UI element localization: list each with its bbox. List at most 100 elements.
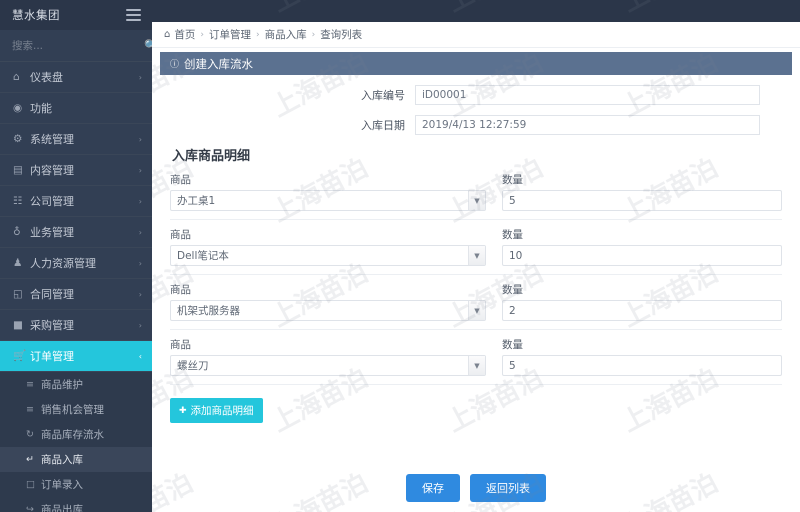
product-select-0[interactable]: 办工桌1: [170, 190, 486, 211]
sidebar-item-label: 内容管理: [30, 164, 74, 177]
brand-title: 慧水集团: [12, 8, 60, 22]
chevron-icon: ‹: [138, 351, 142, 361]
sidebar-item-2[interactable]: ⚙ 系统管理 ›: [0, 124, 152, 155]
list-icon: ≡: [26, 403, 34, 415]
sidebar-menu: ⌂ 仪表盘 › ◉ 功能 ⚙ 系统管理 › ▤ 内容管理 › ☷ 公司管理 › ♁ 业务管理 › ♟ 人力资源管理 ›…: [0, 62, 152, 512]
sidebar-subitem-0[interactable]: ≡ 商品维护: [0, 372, 152, 397]
quantity-label: 数量: [502, 339, 523, 351]
sidebar-item-7[interactable]: ◱ 合同管理 ›: [0, 279, 152, 310]
form-row-inbound-date: 入库日期: [170, 115, 782, 135]
sidebar-subitem-4[interactable]: □ 订单录入: [0, 472, 152, 497]
sidebar-item-8[interactable]: ■ 采购管理 ›: [0, 310, 152, 341]
purchase-icon: ■: [13, 318, 23, 331]
chevron-icon: ›: [138, 258, 142, 268]
company-icon: ☷: [13, 194, 23, 207]
chevron-icon: ›: [138, 134, 142, 144]
inbound-code-label: 入库编号: [361, 89, 405, 102]
sidebar-subitem-2[interactable]: ↻ 商品库存流水: [0, 422, 152, 447]
breadcrumb-item-2[interactable]: 商品入库: [265, 27, 307, 42]
product-select-2[interactable]: 机架式服务器: [170, 300, 486, 321]
sidebar-item-5[interactable]: ♁ 业务管理 ›: [0, 217, 152, 248]
sidebar-item-label: 功能: [30, 102, 52, 115]
product-label: 商品: [170, 229, 191, 241]
product-label: 商品: [170, 339, 191, 351]
create-inbound-panel: ⓘ 创建入库流水 入库编号 入库日期 入库商品明细: [160, 52, 792, 427]
top-bar: [152, 0, 800, 22]
inbound-date-label: 入库日期: [361, 119, 405, 132]
search-input[interactable]: [12, 39, 144, 52]
hamburger-icon[interactable]: [126, 9, 141, 21]
detail-row: 商品 机架式服务器 ▼ 数量: [170, 282, 782, 330]
sidebar-subitem-5[interactable]: ↪ 商品出库: [0, 497, 152, 512]
detail-rows: 商品办工桌1▼数量商品Dell笔记本▼数量商品机架式服务器▼数量商品螺丝刀▼数量: [170, 172, 782, 385]
quantity-input-2[interactable]: [502, 300, 782, 321]
product-select-1[interactable]: Dell笔记本: [170, 245, 486, 266]
main-content: ⌂ 首页 › 订单管理 › 商品入库 › 查询列表 ⓘ 创建入库流水 入库编号 入库日期: [152, 0, 800, 512]
sidebar-subitem-label: 销售机会管理: [41, 404, 104, 416]
hr-icon: ♟: [13, 256, 23, 269]
chevron-icon: ›: [138, 227, 142, 237]
save-button[interactable]: 保存: [406, 474, 460, 502]
chevron-icon: ›: [138, 289, 142, 299]
quantity-input-0[interactable]: [502, 190, 782, 211]
home-icon: ⌂: [164, 29, 171, 40]
breadcrumb-item-0[interactable]: 首页: [174, 27, 195, 42]
quantity-field-group: 数量: [502, 282, 782, 321]
sidebar-subitem-3[interactable]: ↵ 商品入库: [0, 447, 152, 472]
product-label: 商品: [170, 284, 191, 296]
detail-section-title: 入库商品明细: [172, 149, 251, 164]
inbound-code-input[interactable]: [415, 85, 760, 105]
panel-body: 入库编号 入库日期 入库商品明细 商品办工桌1▼数量商品Dell笔记本▼数量商品…: [160, 75, 792, 427]
sidebar-item-label: 仪表盘: [30, 71, 63, 84]
sidebar-submenu: ≡商品维护≡销售机会管理↻商品库存流水↵商品入库□订单录入↪商品出库▭客户管理▤…: [0, 372, 152, 512]
sidebar-subitem-label: 商品维护: [41, 379, 83, 391]
sidebar-subitem-label: 商品入库: [41, 454, 83, 466]
sidebar-item-label: 公司管理: [30, 195, 74, 208]
detail-row: 商品 Dell笔记本 ▼ 数量: [170, 227, 782, 275]
contract-icon: ◱: [13, 287, 23, 300]
breadcrumb-item-3[interactable]: 查询列表: [320, 27, 362, 42]
product-field-group: 商品 机架式服务器 ▼: [170, 282, 486, 321]
detail-row: 商品 螺丝刀 ▼ 数量: [170, 337, 782, 385]
quantity-input-1[interactable]: [502, 245, 782, 266]
product-field-group: 商品 办工桌1 ▼: [170, 172, 486, 211]
refresh-icon: ↻: [26, 428, 34, 440]
quantity-field-group: 数量: [502, 227, 782, 266]
inbound-date-input[interactable]: [415, 115, 760, 135]
dashboard-icon: ⌂: [13, 70, 20, 83]
sidebar-item-4[interactable]: ☷ 公司管理 ›: [0, 186, 152, 217]
chevron-icon: ›: [138, 196, 142, 206]
add-detail-label: 添加商品明细: [190, 405, 254, 417]
sidebar-item-3[interactable]: ▤ 内容管理 ›: [0, 155, 152, 186]
sidebar-item-0[interactable]: ⌂ 仪表盘 ›: [0, 62, 152, 93]
sidebar-item-label: 订单管理: [30, 350, 74, 363]
breadcrumb-separator: ›: [311, 29, 316, 40]
inbound-icon: ↵: [26, 453, 34, 465]
sidebar-item-1[interactable]: ◉ 功能: [0, 93, 152, 124]
list-icon: ≡: [26, 378, 34, 390]
panel-title: 创建入库流水: [184, 56, 254, 71]
sidebar-item-6[interactable]: ♟ 人力资源管理 ›: [0, 248, 152, 279]
sidebar-item-9[interactable]: 🛒 订单管理 ‹: [0, 341, 152, 372]
product-select-3[interactable]: 螺丝刀: [170, 355, 486, 376]
sidebar-item-label: 系统管理: [30, 133, 74, 146]
app-root: 慧水集团 🔍 ⌂仪表盘›◉功能⚙系统管理›▤内容管理›☷公司管理›♁业务管理›♟…: [0, 0, 800, 512]
panel-header: ⓘ 创建入库流水: [160, 52, 792, 75]
settings-icon: ⚙: [13, 132, 23, 145]
breadcrumb-separator: ›: [200, 29, 204, 40]
chevron-icon: ›: [138, 165, 142, 175]
quantity-field-group: 数量: [502, 337, 782, 376]
detail-row: 商品 办工桌1 ▼ 数量: [170, 172, 782, 220]
quantity-field-group: 数量: [502, 172, 782, 211]
chevron-icon: ›: [138, 320, 142, 330]
search-icon[interactable]: 🔍: [144, 40, 152, 51]
breadcrumb-item-1[interactable]: 订单管理: [209, 27, 251, 42]
sidebar-subitem-label: 商品出库: [41, 504, 83, 512]
sidebar-item-label: 业务管理: [30, 226, 74, 239]
back-to-list-button[interactable]: 返回列表: [470, 474, 546, 502]
quantity-input-3[interactable]: [502, 355, 782, 376]
content-icon: ▤: [13, 163, 23, 176]
sidebar-subitem-1[interactable]: ≡ 销售机会管理: [0, 397, 152, 422]
sidebar-search[interactable]: 🔍: [0, 30, 152, 62]
add-detail-button[interactable]: ✚ 添加商品明细: [170, 398, 263, 423]
